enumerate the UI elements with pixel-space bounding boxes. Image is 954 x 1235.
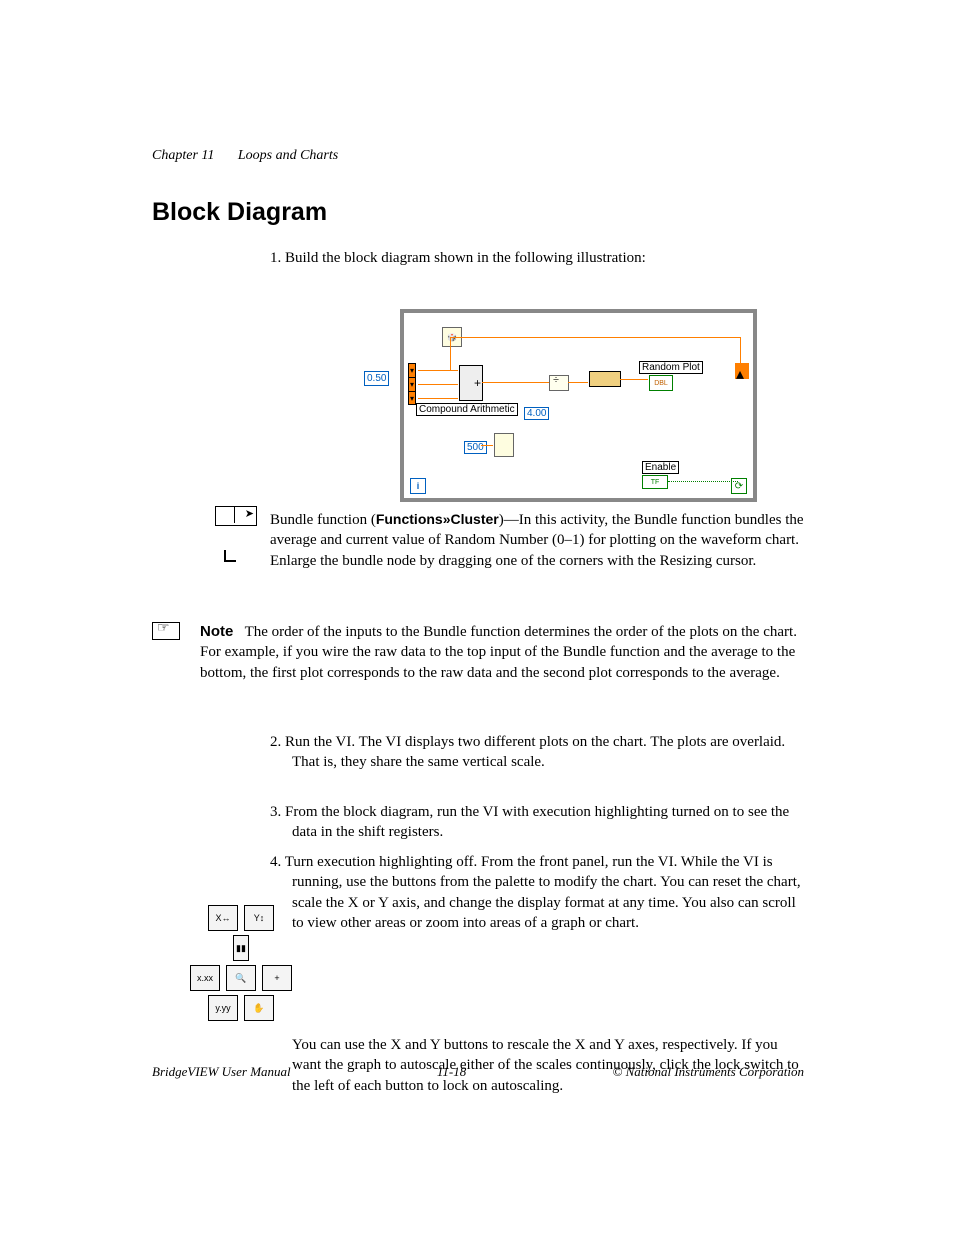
shift-register-cell: ▾	[408, 391, 416, 405]
wire	[418, 384, 458, 385]
note-block: Note The order of the inputs to the Bund…	[200, 622, 804, 683]
wire	[620, 379, 648, 380]
constant-0-50: 0.50	[364, 371, 389, 386]
bundle-palette-icon	[215, 506, 257, 526]
bundle-description: Bundle function (Functions»Cluster)—In t…	[270, 510, 804, 571]
chapter-title: Loops and Charts	[238, 148, 338, 163]
wire	[450, 337, 740, 338]
random-plot-terminal: DBL	[649, 375, 673, 391]
wire	[450, 337, 451, 370]
wire	[481, 445, 493, 446]
divide-node	[549, 375, 569, 391]
bundle-desc-a: Bundle function (	[270, 512, 376, 528]
x-autoscale-button[interactable]: X↔	[208, 905, 238, 931]
step-2: 2. Run the VI. The VI displays two diffe…	[270, 732, 804, 773]
note-body: The order of the inputs to the Bundle fu…	[200, 624, 797, 681]
wire	[740, 337, 741, 371]
enable-label: Enable	[642, 461, 679, 474]
page-header: Chapter 11 Loops and Charts	[152, 148, 338, 164]
chapter-number: Chapter 11	[152, 148, 214, 163]
pause-button[interactable]: ▮▮	[233, 935, 249, 961]
footer-left: BridgeVIEW User Manual	[152, 1064, 291, 1080]
note-icon	[152, 622, 180, 640]
resizing-cursor-icon	[224, 548, 238, 562]
wire	[568, 382, 588, 383]
shift-register-left: ▾ ▾ ▾	[408, 363, 416, 405]
random-plot-label: Random Plot	[639, 361, 703, 374]
shift-register-cell: ▾	[408, 377, 416, 391]
compound-arithmetic-label: Compound Arithmetic	[416, 403, 518, 416]
wire-boolean	[668, 481, 738, 483]
wire	[418, 370, 458, 371]
plus-icon: +	[474, 376, 481, 390]
y-format-button[interactable]: y.yy	[208, 995, 238, 1021]
compound-arithmetic-node: +	[459, 365, 483, 401]
shift-register-cell: ▾	[408, 363, 416, 377]
pan-button[interactable]: ✋	[244, 995, 274, 1021]
footer-right: © National Instruments Corporation	[612, 1064, 804, 1080]
page-footer: BridgeVIEW User Manual 11-18 © National …	[152, 1064, 804, 1080]
crosshair-button[interactable]: +	[262, 965, 292, 991]
note-label: Note	[200, 623, 233, 640]
bundle-desc-b: Functions»Cluster	[376, 511, 499, 527]
wire	[482, 382, 549, 383]
footer-page-number: 11-18	[437, 1064, 466, 1080]
constant-4: 4.00	[524, 407, 549, 420]
constant-500: 500	[464, 441, 487, 454]
wire	[418, 398, 458, 399]
while-loop-frame: ▾ ▾ ▾ 🎲 + Compound Arithmetic 4.00 Rando…	[400, 309, 757, 502]
section-heading: Block Diagram	[152, 198, 327, 227]
step-4a: 4. Turn execution highlighting off. From…	[270, 852, 804, 933]
iteration-terminal: i	[410, 478, 426, 494]
metronome-icon	[494, 433, 514, 457]
zoom-button[interactable]: 🔍	[226, 965, 256, 991]
bundle-node	[589, 371, 621, 387]
step-3: 3. From the block diagram, run the VI wi…	[270, 802, 804, 843]
shift-register-right: ▴	[735, 363, 749, 379]
chart-palette: X↔ Y↕ ▮▮ x.xx 🔍 + y.yy ✋	[190, 905, 292, 1025]
step-1: 1. Build the block diagram shown in the …	[270, 248, 804, 268]
enable-terminal: TF	[642, 475, 668, 489]
x-format-button[interactable]: x.xx	[190, 965, 220, 991]
y-autoscale-button[interactable]: Y↕	[244, 905, 274, 931]
